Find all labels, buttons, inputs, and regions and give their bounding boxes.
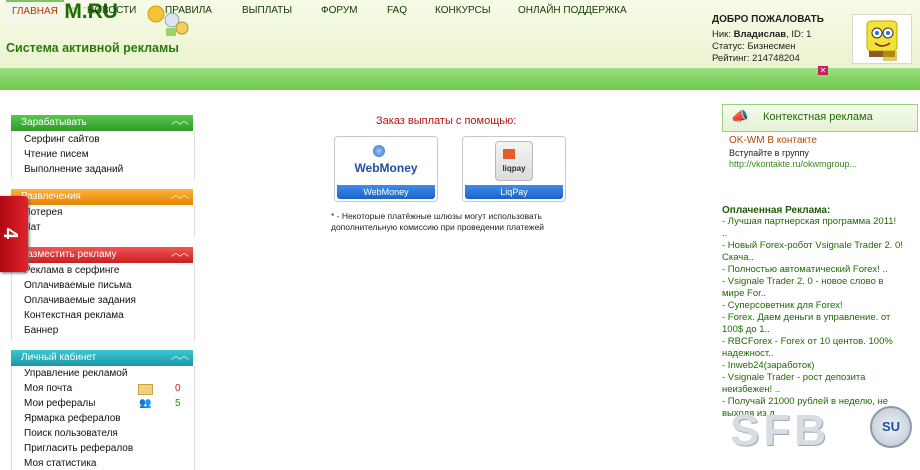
paid-ad-item[interactable]: - Vsignale Trader 2. 0 - новое слово в м… [722, 276, 904, 300]
side-tab[interactable]: 4 [0, 196, 28, 272]
sidebar-cabinet-title: Личный кабинет [21, 352, 97, 363]
megaphone-icon: 📣 [731, 109, 749, 125]
chevron-up-icon[interactable]: ︿︿ [171, 188, 189, 204]
nav-contests[interactable]: КОНКУРСЫ [435, 5, 491, 16]
sidebar-item-paid-tasks[interactable]: Оплачиваемые задания [24, 295, 136, 306]
context-ads-header: 📣 Контекстная реклама [722, 104, 918, 132]
paid-ads-list: - Лучшая партнерская программа 2011! .. … [722, 216, 904, 420]
sidebar-item-my-referrals[interactable]: Мои рефералы [24, 398, 95, 409]
envelope-icon [138, 384, 153, 395]
sidebar-advertise-header[interactable]: Разместить рекламу ︿︿ [11, 247, 193, 263]
liqpay-logo: liqpay [502, 164, 526, 173]
paid-ad-item[interactable]: - Полностью автоматический Forex! .. [722, 264, 904, 276]
user-panel: ДОБРО ПОЖАЛОВАТЬ Ник: Владислав, ID: 1 С… [712, 14, 852, 65]
sidebar-fun-header[interactable]: Развлечения ︿︿ [11, 189, 193, 205]
welcome-title: ДОБРО ПОЖАЛОВАТЬ [712, 14, 824, 25]
sidebar-item-mail-reading[interactable]: Чтение писем [24, 149, 89, 160]
payout-title: Заказ выплаты с помощью: [376, 115, 517, 127]
context-ad-link[interactable]: OK-WM В контакте [729, 135, 817, 146]
liqpay-shield-icon [495, 141, 533, 181]
webmoney-logo: WebMoney [354, 161, 418, 175]
liqpay-label: LiqPay [465, 185, 563, 199]
paid-ad-item[interactable]: - Inweb24(заработок) [722, 360, 904, 372]
paid-ad-item[interactable]: - Vsignale Trader - рост депозита неизбе… [722, 372, 904, 396]
paid-ad-item[interactable]: - Суперсоветник для Forex! [722, 300, 904, 312]
sidebar-fun-title: Развлечения [21, 191, 81, 202]
webmoney-label: WebMoney [337, 185, 435, 199]
nav-news[interactable]: НОВОСТИ [87, 5, 136, 16]
id-label: , ID: 1 [786, 29, 812, 40]
sidebar-item-context-ads[interactable]: Контекстная реклама [24, 310, 124, 321]
sidebar-item-surf-ads[interactable]: Реклама в серфинге [24, 265, 119, 276]
chevron-up-icon[interactable]: ︿︿ [171, 114, 189, 130]
card-icon [503, 149, 515, 159]
sidebar-item-lottery[interactable]: Лотерея [24, 207, 62, 218]
nav-payouts[interactable]: ВЫПЛАТЫ [242, 5, 292, 16]
paid-ads-title: Оплаченная Реклама: [722, 205, 831, 216]
payout-note: * - Некоторые платёжные шлюзы могут испо… [331, 211, 545, 232]
side-tab-label: 4 [0, 227, 22, 240]
users-icon: 👥 [139, 398, 152, 409]
sidebar-earn-title: Зарабатывать [21, 117, 87, 128]
nav-rules[interactable]: ПРАВИЛА [165, 5, 212, 16]
sidebar-advertise-title: Разместить рекламу [21, 249, 117, 260]
paid-ad-item[interactable]: - RBCForex - Forex от 10 центов. 100% на… [722, 336, 904, 360]
sidebar-item-invite[interactable]: Пригласить рефералов [24, 443, 133, 454]
paid-ad-item[interactable]: - Forex. Даем деньги в управление. от 10… [722, 312, 904, 336]
context-ad-desc: Вступайте в группу [729, 148, 809, 158]
sidebar-item-user-search[interactable]: Поиск пользователя [24, 428, 118, 439]
sidebar-item-banner[interactable]: Баннер [24, 325, 58, 336]
chevron-up-icon[interactable]: ︿︿ [171, 349, 189, 365]
nick-label: Ник: [712, 29, 731, 40]
rating-label: Рейтинг: [712, 53, 750, 64]
tagline: Система активной рекламы [6, 41, 179, 55]
sidebar-item-tasks[interactable]: Выполнение заданий [24, 164, 123, 175]
sidebar-item-surfing[interactable]: Серфинг сайтов [24, 134, 100, 145]
watermark-text: SFB [730, 406, 830, 455]
liqpay-button[interactable]: liqpay LiqPay [462, 136, 566, 202]
avatar[interactable] [852, 14, 912, 64]
main-nav [0, 68, 920, 90]
status-value: Бизнесмен [747, 41, 796, 52]
sidebar-cabinet-header[interactable]: Личный кабинет ︿︿ [11, 350, 193, 366]
sidebar-item-my-mail[interactable]: Моя почта [24, 383, 72, 394]
context-ads-title: Контекстная реклама [763, 111, 873, 123]
status-label: Статус: [712, 41, 745, 52]
nick-value: Владислав [733, 29, 787, 40]
close-icon[interactable]: ✕ [818, 66, 828, 75]
paid-ad-item[interactable]: - Новый Forex-робот Vsignale Trader 2. 0… [722, 240, 904, 264]
rating-value: 214748204 [752, 53, 800, 64]
nav-support[interactable]: ОНЛАЙН ПОДДЕРЖКА [518, 5, 627, 16]
sidebar-item-paid-mail[interactable]: Оплачиваемые письма [24, 280, 132, 291]
watermark-badge: SU [870, 406, 912, 448]
sidebar-item-manage-ads[interactable]: Управление рекламой [24, 368, 127, 379]
sidebar-item-referral-market[interactable]: Ярмарка рефералов [24, 413, 121, 424]
nav-faq[interactable]: FAQ [387, 5, 407, 16]
watermark: SFB SU [730, 398, 916, 468]
nav-forum[interactable]: ФОРУМ [321, 5, 358, 16]
context-ad-url[interactable]: http://vkontakte.ru/okwmgroup... [729, 159, 857, 169]
sponge-avatar-icon [866, 20, 898, 61]
paid-ad-item[interactable]: - Лучшая партнерская программа 2011! .. [722, 216, 904, 240]
nav-home[interactable]: ГЛАВНАЯ [6, 0, 64, 22]
sidebar-item-my-stats[interactable]: Моя статистика [24, 458, 97, 469]
sidebar-earn-header[interactable]: Зарабатывать ︿︿ [11, 115, 193, 131]
webmoney-button[interactable]: WebMoney WebMoney [334, 136, 438, 202]
chevron-up-icon[interactable]: ︿︿ [171, 246, 189, 262]
globe-icon [373, 145, 385, 157]
